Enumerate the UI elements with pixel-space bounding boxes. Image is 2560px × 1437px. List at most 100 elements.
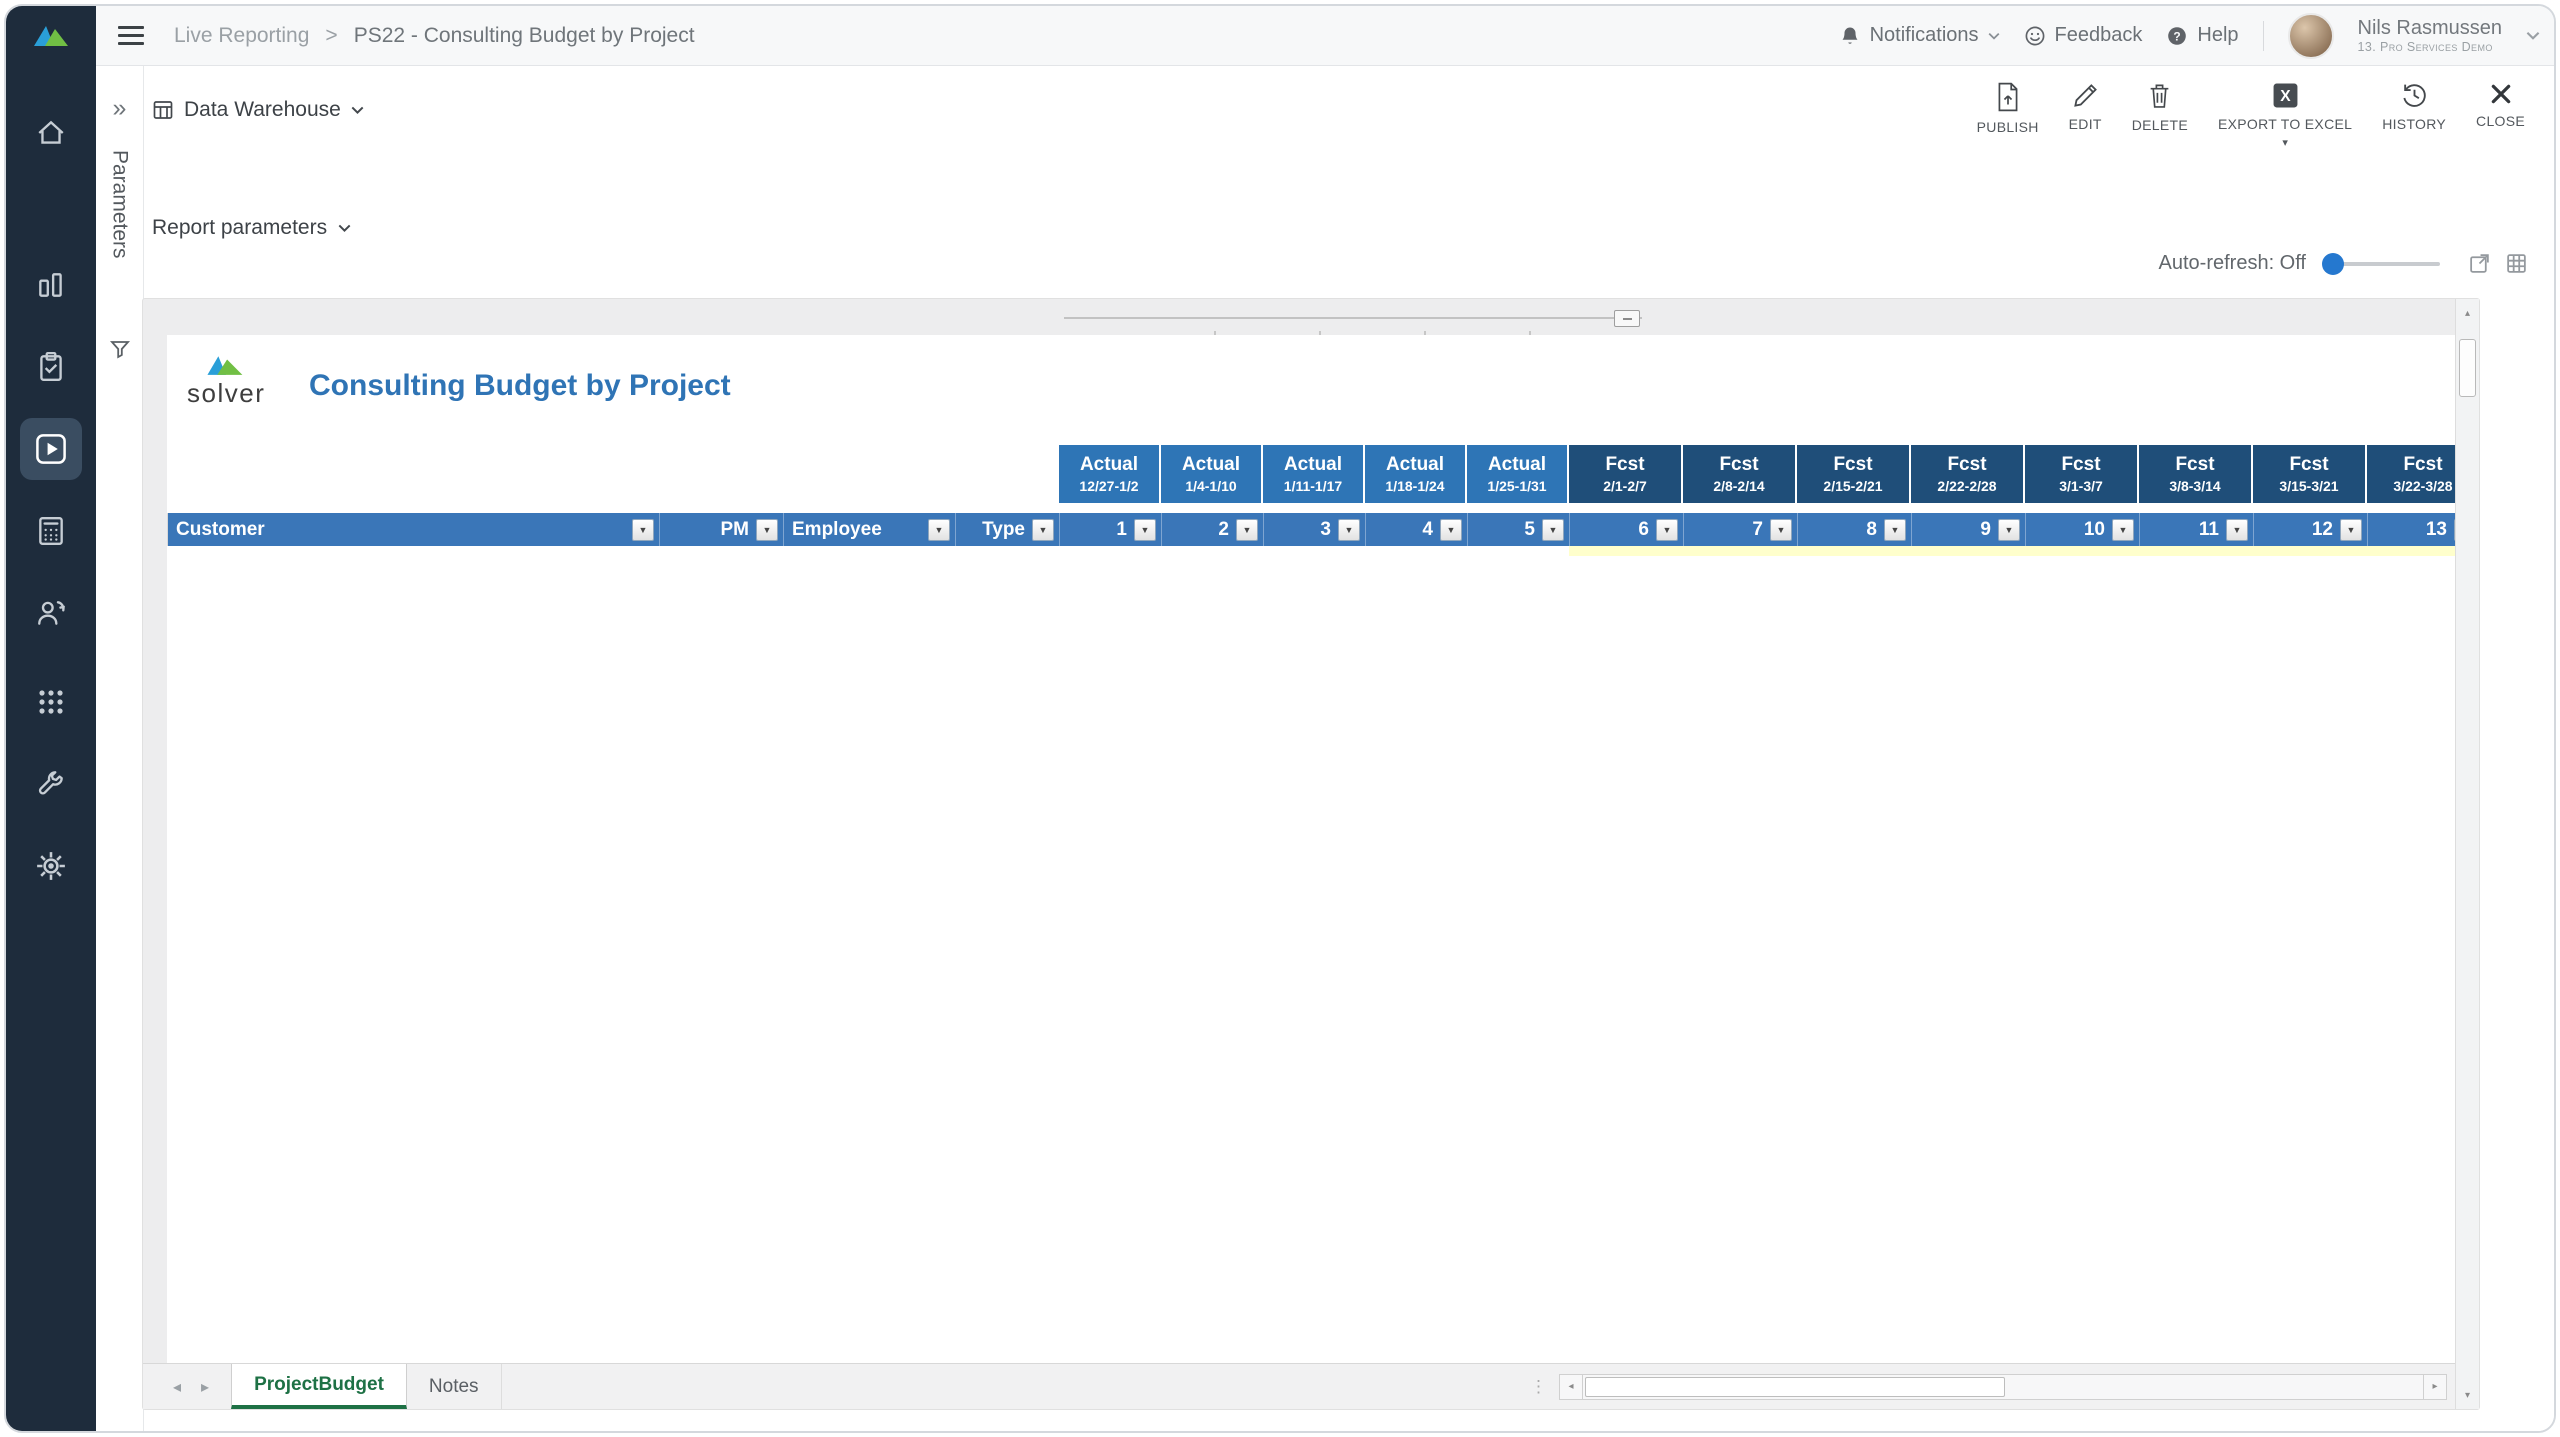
edit-button[interactable]: EDIT bbox=[2054, 72, 2117, 132]
column-header-3[interactable]: 3▼ bbox=[1264, 513, 1366, 546]
sidebar-item-home[interactable] bbox=[20, 102, 82, 164]
column-group-fcst-2/1-2/7: Fcst2/1-2/7 bbox=[1569, 445, 1683, 503]
feedback-button[interactable]: Feedback bbox=[2024, 24, 2143, 47]
delete-button[interactable]: DELETE bbox=[2117, 72, 2203, 133]
auto-refresh-control: Auto-refresh: Off bbox=[2159, 252, 2528, 275]
filter-button[interactable]: ▼ bbox=[2226, 519, 2248, 541]
filter-icon[interactable] bbox=[109, 338, 131, 365]
sheet-tab-projectbudget[interactable]: ProjectBudget bbox=[231, 1364, 407, 1409]
zoom-slider-track[interactable] bbox=[1064, 317, 1642, 319]
chevron-down-icon bbox=[338, 224, 351, 232]
zoom-slider[interactable] bbox=[1064, 309, 1642, 337]
column-header-employee[interactable]: Employee▼ bbox=[784, 513, 956, 546]
chevron-down-icon[interactable] bbox=[2526, 31, 2540, 40]
column-header-customer[interactable]: Customer▼ bbox=[168, 513, 660, 546]
column-header-label: 2 bbox=[1218, 519, 1229, 541]
column-header-label: 7 bbox=[1752, 519, 1763, 541]
filter-button[interactable]: ▼ bbox=[1440, 519, 1462, 541]
sidebar-item-settings[interactable] bbox=[20, 835, 82, 897]
filter-button[interactable]: ▼ bbox=[756, 519, 778, 541]
app-window: Live Reporting > PS22 - Consulting Budge… bbox=[4, 4, 2556, 1433]
sheet-tab-notes[interactable]: Notes bbox=[407, 1364, 502, 1409]
sidebar-item-user-management[interactable] bbox=[20, 582, 82, 644]
user-avatar[interactable] bbox=[2288, 13, 2334, 59]
sidebar-item-reports[interactable] bbox=[20, 254, 82, 316]
filter-button[interactable]: ▼ bbox=[1884, 519, 1906, 541]
splitter-grip-icon[interactable]: ⋮ bbox=[1530, 1377, 1547, 1397]
export-to-excel-button[interactable]: X EXPORT TO EXCEL ▾ bbox=[2203, 72, 2367, 149]
grid-view-icon[interactable] bbox=[2505, 252, 2528, 275]
column-group-row: Actual12/27-1/2Actual1/4-1/10Actual1/11-… bbox=[1059, 445, 2457, 503]
filter-button[interactable]: ▼ bbox=[928, 519, 950, 541]
column-header-6[interactable]: 6▼ bbox=[1570, 513, 1684, 546]
filter-button[interactable]: ▼ bbox=[1134, 519, 1156, 541]
filter-button[interactable]: ▼ bbox=[1032, 519, 1054, 541]
slider-knob[interactable] bbox=[2322, 253, 2344, 275]
user-info[interactable]: Nils Rasmussen 13. Pro Services Demo bbox=[2358, 17, 2502, 54]
filter-button[interactable]: ▼ bbox=[1770, 519, 1792, 541]
scroll-right-button[interactable]: ▸ bbox=[2423, 1374, 2447, 1400]
vertical-scroll-thumb[interactable] bbox=[2459, 339, 2476, 397]
column-header-1[interactable]: 1▼ bbox=[1060, 513, 1162, 546]
scroll-down-button[interactable]: ▾ bbox=[2456, 1383, 2479, 1407]
column-header-4[interactable]: 4▼ bbox=[1366, 513, 1468, 546]
filter-button[interactable]: ▼ bbox=[2112, 519, 2134, 541]
column-header-10[interactable]: 10▼ bbox=[2026, 513, 2140, 546]
filter-button[interactable]: ▼ bbox=[1998, 519, 2020, 541]
expand-panel-icon[interactable]: » bbox=[96, 94, 143, 123]
auto-refresh-slider[interactable] bbox=[2324, 262, 2440, 266]
column-header-type[interactable]: Type▼ bbox=[956, 513, 1060, 546]
filter-button[interactable]: ▼ bbox=[1656, 519, 1678, 541]
column-header-pm[interactable]: PM▼ bbox=[660, 513, 784, 546]
zoom-slider-handle[interactable] bbox=[1614, 310, 1640, 327]
horizontal-scrollbar[interactable]: ⋮ ◂ ▸ bbox=[1530, 1373, 2447, 1400]
data-source-dropdown[interactable]: Data Warehouse bbox=[152, 98, 364, 122]
chevron-down-icon bbox=[1988, 32, 2000, 40]
popout-view-icon[interactable] bbox=[2468, 252, 2491, 275]
scroll-left-button[interactable]: ◂ bbox=[1559, 1374, 1583, 1400]
menu-icon[interactable] bbox=[118, 21, 144, 50]
next-sheet-button[interactable]: ▸ bbox=[201, 1377, 209, 1397]
sidebar-item-integrations[interactable] bbox=[20, 671, 82, 733]
publish-button[interactable]: PUBLISH bbox=[1962, 72, 2054, 135]
parameters-label[interactable]: Parameters bbox=[108, 150, 132, 259]
notifications-button[interactable]: Notifications bbox=[1839, 24, 2000, 47]
filter-button[interactable]: ▼ bbox=[2340, 519, 2362, 541]
column-header-13[interactable]: 13▼ bbox=[2368, 513, 2457, 546]
sidebar-item-budgeting[interactable] bbox=[20, 500, 82, 562]
filter-button[interactable]: ▼ bbox=[632, 519, 654, 541]
column-group-fcst-3/8-3/14: Fcst3/8-3/14 bbox=[2139, 445, 2253, 503]
solver-logo-icon[interactable] bbox=[29, 20, 73, 55]
history-button[interactable]: HISTORY bbox=[2367, 72, 2461, 132]
filter-button[interactable]: ▼ bbox=[1338, 519, 1360, 541]
column-header-8[interactable]: 8▼ bbox=[1798, 513, 1912, 546]
column-group-fcst-2/15-2/21: Fcst2/15-2/21 bbox=[1797, 445, 1911, 503]
horizontal-scroll-thumb[interactable] bbox=[1585, 1377, 2005, 1397]
report-parameters-dropdown[interactable]: Report parameters bbox=[152, 216, 351, 240]
column-header-12[interactable]: 12▼ bbox=[2254, 513, 2368, 546]
prev-sheet-button[interactable]: ◂ bbox=[173, 1377, 181, 1397]
breadcrumb-section[interactable]: Live Reporting bbox=[174, 24, 309, 48]
spreadsheet: solver Consulting Budget by Project Actu… bbox=[167, 335, 2457, 1363]
filter-button[interactable]: ▼ bbox=[1236, 519, 1258, 541]
horizontal-scroll-track[interactable] bbox=[1583, 1374, 2423, 1400]
sidebar-item-live-reporting[interactable] bbox=[20, 418, 82, 480]
clipboard-icon bbox=[35, 351, 67, 383]
sheet-tab-nav: ◂ ▸ bbox=[143, 1364, 231, 1409]
filter-button[interactable]: ▼ bbox=[1542, 519, 1564, 541]
column-header-11[interactable]: 11▼ bbox=[2140, 513, 2254, 546]
column-header-7[interactable]: 7▼ bbox=[1684, 513, 1798, 546]
column-header-5[interactable]: 5▼ bbox=[1468, 513, 1570, 546]
column-header-2[interactable]: 2▼ bbox=[1162, 513, 1264, 546]
close-button[interactable]: CLOSE bbox=[2461, 72, 2540, 129]
scroll-up-button[interactable]: ▴ bbox=[2456, 301, 2479, 325]
vertical-scrollbar[interactable]: ▴ ▾ bbox=[2455, 299, 2479, 1409]
sidebar-item-assignments[interactable] bbox=[20, 336, 82, 398]
breadcrumb-page: PS22 - Consulting Budget by Project bbox=[354, 24, 695, 48]
sidebar-item-admin-tools[interactable] bbox=[20, 753, 82, 815]
help-button[interactable]: ? Help bbox=[2166, 24, 2238, 47]
forecast-area-fill bbox=[1569, 546, 2457, 556]
column-header-9[interactable]: 9▼ bbox=[1912, 513, 2026, 546]
bell-icon bbox=[1839, 25, 1861, 47]
export-dropdown-caret[interactable]: ▾ bbox=[2282, 136, 2288, 149]
